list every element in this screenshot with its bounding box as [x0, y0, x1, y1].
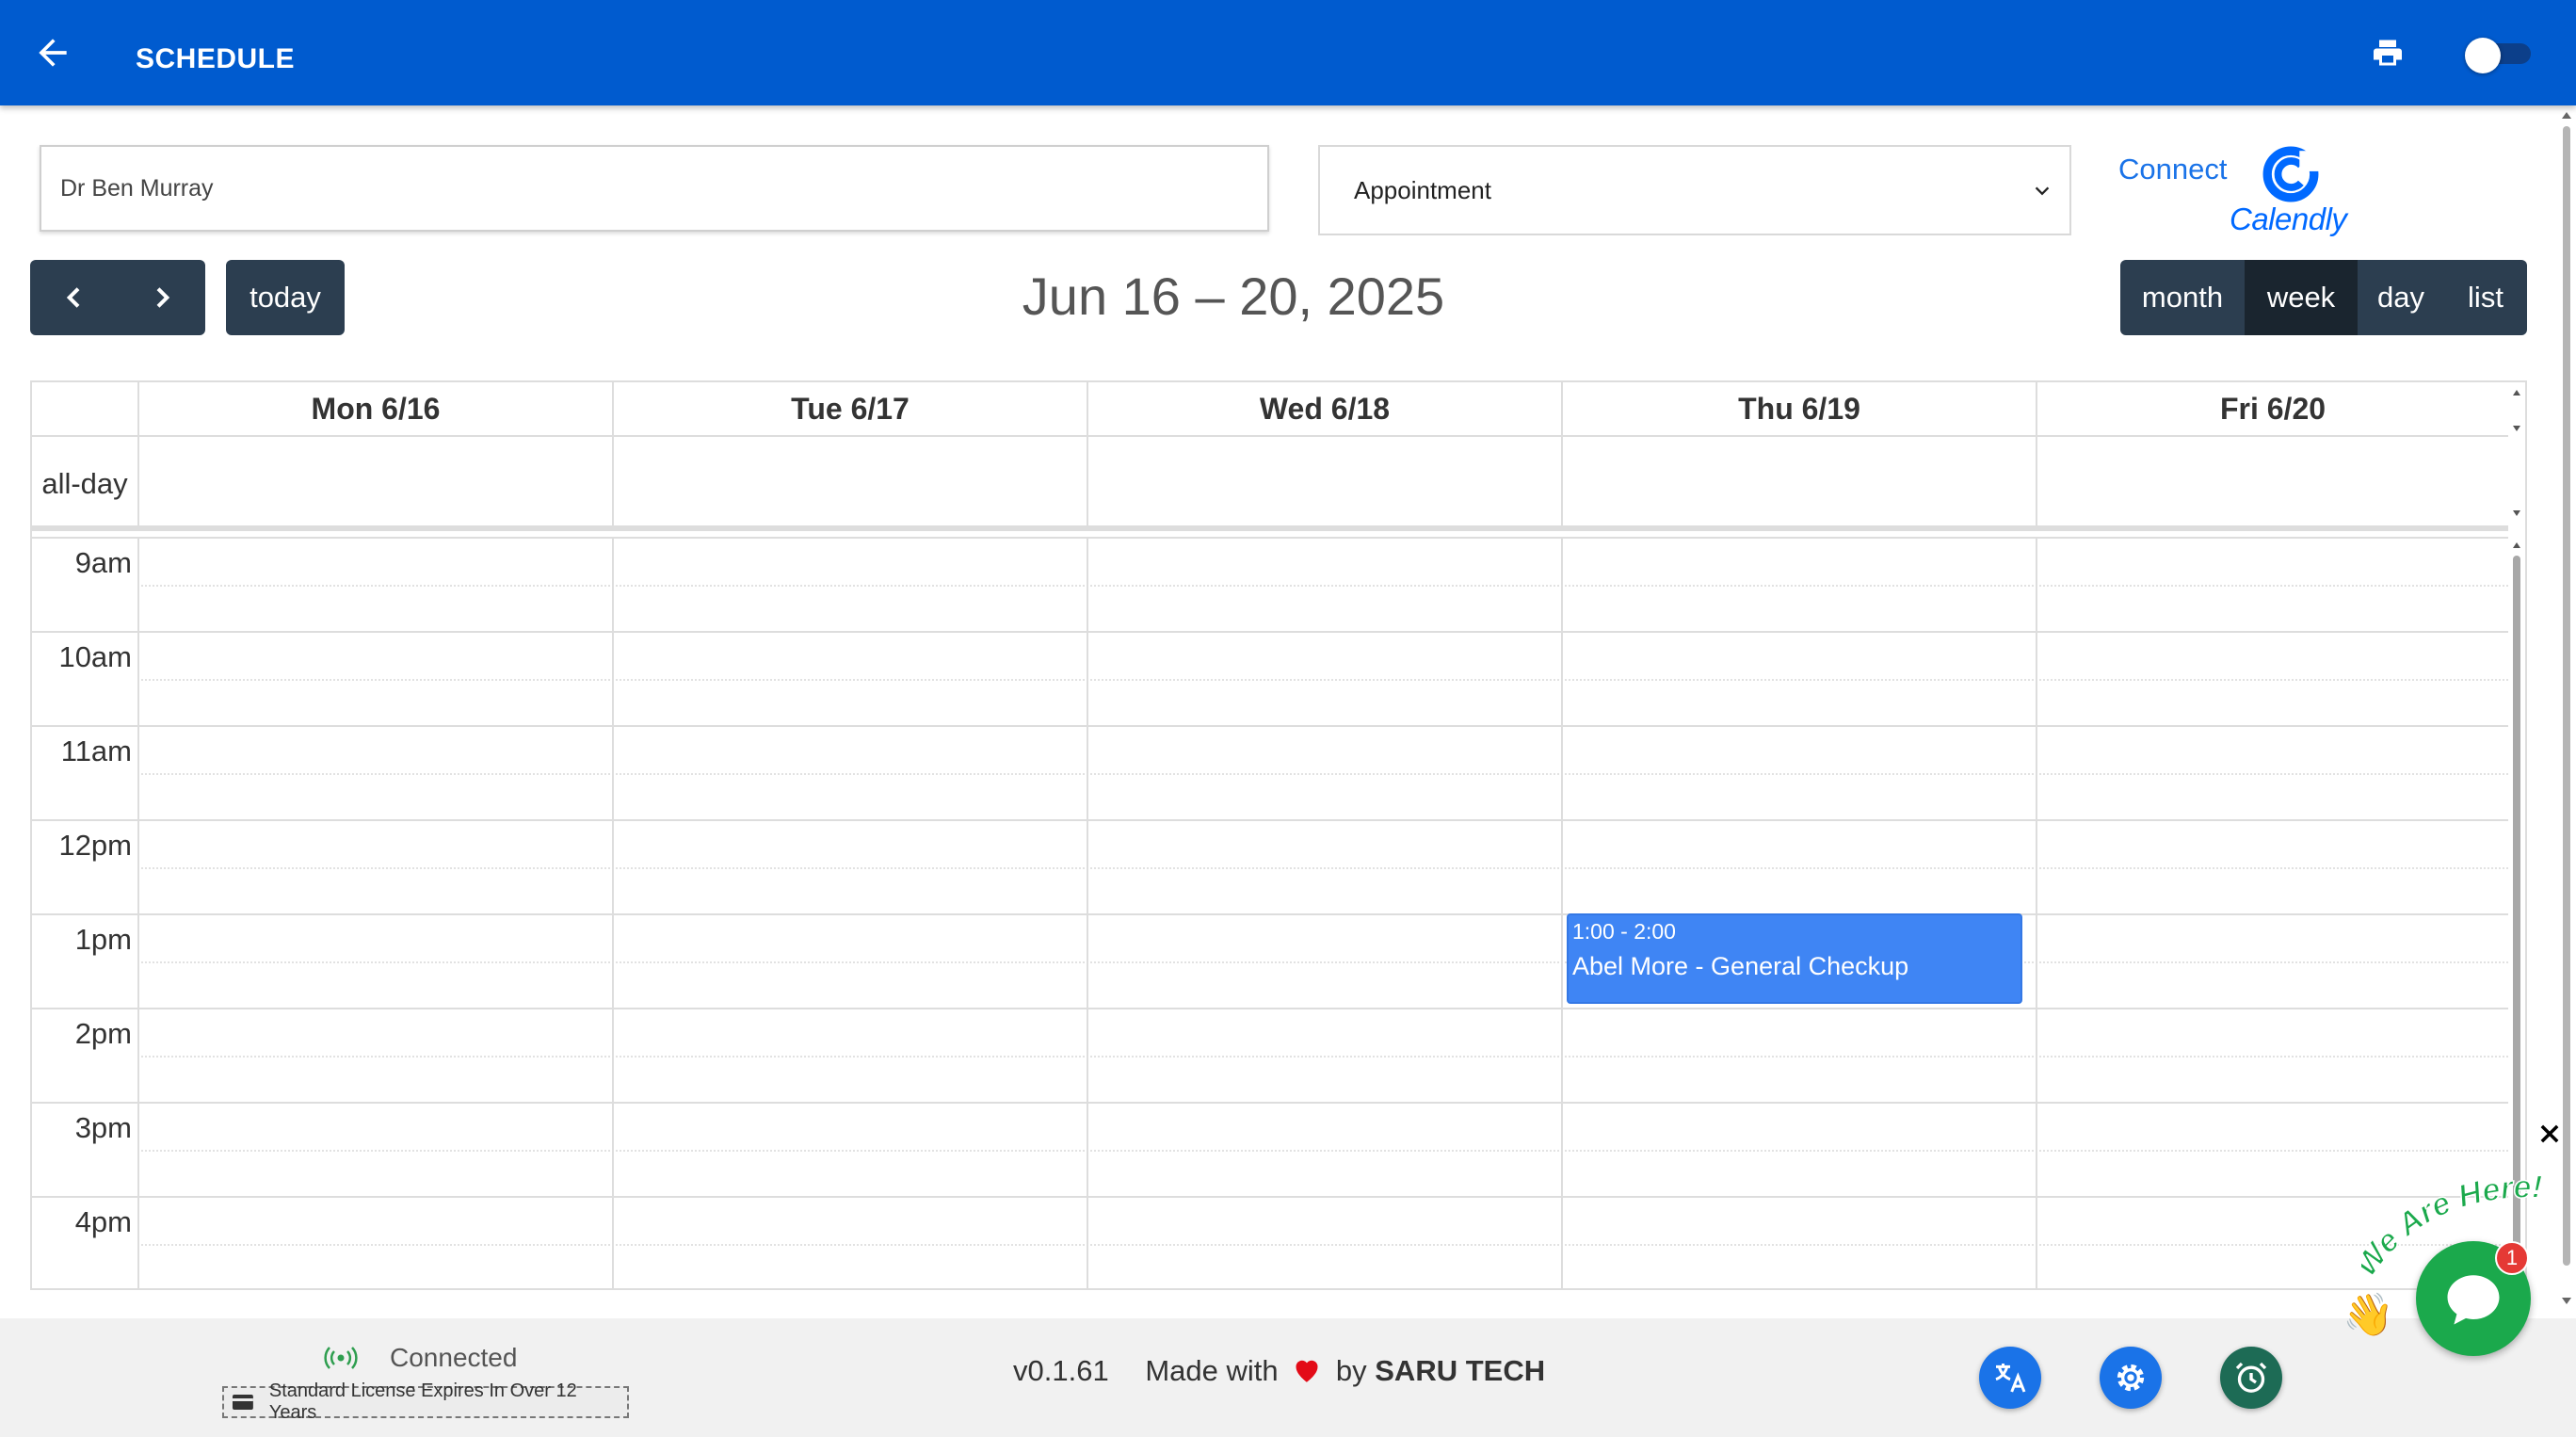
reminders-button[interactable] — [2220, 1347, 2282, 1409]
close-icon[interactable] — [2536, 1121, 2563, 1147]
license-badge: Standard License Expires In Over 12 Year… — [222, 1380, 629, 1423]
view-week-button[interactable]: week — [2245, 260, 2358, 335]
arrow-left-icon[interactable] — [32, 32, 73, 73]
view-month-button[interactable]: month — [2120, 260, 2245, 335]
connect-label: Connect — [2118, 153, 2228, 186]
theme-toggle[interactable] — [2465, 38, 2535, 73]
prev-week-button[interactable] — [30, 260, 118, 335]
license-text: Standard License Expires In Over 12 Year… — [268, 1380, 577, 1423]
week-calendar: Mon 6/16 Tue 6/17 Wed 6/18 Thu 6/19 Fri … — [30, 380, 2527, 1290]
view-switcher: month week day list — [2120, 260, 2527, 335]
calendar-event[interactable]: 1:00 - 2:00 Abel More - General Checkup — [1567, 913, 2022, 1004]
all-day-cell[interactable] — [137, 437, 612, 531]
all-day-cell[interactable] — [1087, 437, 1561, 531]
by-label: by — [1335, 1354, 1367, 1387]
appointment-type-select[interactable]: Appointment — [1318, 145, 2071, 235]
slot-label: 9am — [74, 546, 132, 579]
toggle-knob — [2465, 38, 2501, 73]
slot-label: 2pm — [74, 1017, 132, 1050]
gear-icon — [2117, 1364, 2145, 1392]
event-time: 1:00 - 2:00 — [1572, 919, 1676, 944]
connection-status: Connected — [324, 1343, 517, 1373]
slot-label: 11am — [60, 735, 132, 767]
credits: v0.1.61 Made with by SARU TECH — [1013, 1354, 1545, 1388]
chevron-left-icon — [66, 287, 79, 308]
slot-label: 10am — [58, 640, 132, 673]
slot-label: 3pm — [74, 1111, 132, 1144]
chevron-down-icon — [2035, 186, 2050, 196]
alarm-clock-icon — [2235, 1362, 2267, 1393]
status-text: Connected — [390, 1343, 518, 1372]
version-label: v0.1.61 — [1013, 1354, 1109, 1387]
all-day-cell[interactable] — [2036, 437, 2508, 531]
prev-next-group — [30, 260, 205, 335]
printer-icon[interactable] — [2371, 36, 2405, 70]
day-column — [612, 537, 1087, 1290]
all-day-row: all-day — [32, 437, 2508, 531]
settings-button[interactable] — [2100, 1347, 2162, 1409]
doctor-field[interactable] — [40, 145, 1269, 232]
all-day-label: all-day — [41, 467, 128, 500]
brand-name: SARU TECH — [1375, 1354, 1546, 1387]
slot-label: 1pm — [74, 923, 132, 956]
day-column — [1087, 537, 1561, 1290]
view-list-button[interactable]: list — [2444, 260, 2527, 335]
time-grid[interactable]: 9am 10am 11am 12pm 1pm 2pm 3pm 4pm 1:00 … — [32, 537, 2508, 1290]
day-header-wed: Wed 6/18 — [1087, 382, 1561, 435]
select-value: Appointment — [1354, 175, 1491, 204]
waving-hand-icon: 👋 — [2343, 1292, 2394, 1338]
chat-unread-badge: 1 — [2495, 1241, 2529, 1275]
day-header-mon: Mon 6/16 — [137, 382, 612, 435]
day-header-fri: Fri 6/20 — [2036, 382, 2508, 435]
made-with-label: Made with — [1145, 1354, 1279, 1387]
calendly-wordmark: Calendly — [2230, 202, 2347, 236]
slot-label: 12pm — [58, 829, 132, 862]
app-bar: SCHEDULE — [0, 0, 2576, 105]
slot-label: 4pm — [74, 1205, 132, 1238]
date-range-title: Jun 16 – 20, 2025 — [1022, 266, 1445, 326]
all-day-cell[interactable] — [1561, 437, 2036, 531]
view-day-button[interactable]: day — [2358, 260, 2444, 335]
today-button[interactable]: today — [226, 260, 345, 335]
translate-icon — [1995, 1364, 2026, 1393]
translate-button[interactable] — [1979, 1347, 2041, 1409]
day-column — [137, 537, 612, 1290]
connect-calendly-button[interactable]: Connect Calendly — [2118, 141, 2363, 245]
calendly-logo-icon — [2262, 146, 2320, 202]
footer: Connected Standard License Expires In Ov… — [0, 1318, 2576, 1437]
day-header-tue: Tue 6/17 — [612, 382, 1087, 435]
next-week-button[interactable] — [118, 260, 205, 335]
page-title: SCHEDULE — [136, 43, 296, 74]
day-headers: Mon 6/16 Tue 6/17 Wed 6/18 Thu 6/19 Fri … — [32, 382, 2508, 437]
all-day-cell[interactable] — [612, 437, 1087, 531]
broadcast-signal-icon — [324, 1347, 358, 1369]
day-header-thu: Thu 6/19 — [1561, 382, 2036, 435]
event-title: Abel More - General Checkup — [1572, 952, 1909, 980]
credit-card-icon — [232, 1395, 253, 1410]
chat-bubble-icon — [2447, 1275, 2500, 1325]
heart-icon — [1296, 1360, 1318, 1382]
chevron-right-icon — [156, 287, 169, 308]
all-day-scrollbar[interactable] — [2508, 382, 2525, 533]
